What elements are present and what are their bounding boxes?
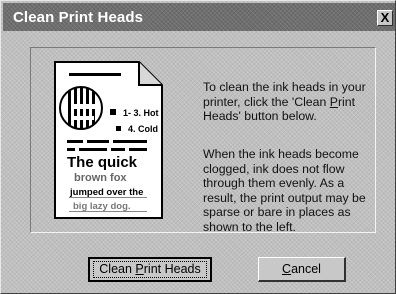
- folded-corner-shape: [138, 62, 162, 86]
- print-sample-document-icon: 1- 3. Hot 4. Cold The quick brown fox ju…: [54, 61, 163, 219]
- dialog-title: Clean Print Heads: [13, 9, 144, 26]
- cancel-button[interactable]: Cancel: [258, 257, 346, 282]
- hot-swatch: [110, 109, 116, 115]
- sample-text-line-4: big lazy dog.: [73, 201, 131, 212]
- clean-print-heads-button[interactable]: Clean Print Heads: [88, 257, 212, 282]
- clean-print-heads-dialog: Clean Print Heads X 1- 3. Hot 4. Cold Th…: [0, 0, 396, 294]
- instruction-text: To clean the ink heads in your printer, …: [203, 80, 379, 124]
- nozzle-bar: [68, 91, 71, 125]
- rule-segment: [79, 148, 107, 151]
- rule-segment: [129, 148, 147, 151]
- cancel-button-label: ancel: [291, 261, 321, 276]
- cold-swatch: [116, 126, 121, 131]
- rule-segment: [87, 140, 109, 143]
- rule-segment: [67, 148, 75, 151]
- sample-text-line-1: The quick: [67, 154, 138, 171]
- close-icon: X: [380, 10, 390, 25]
- close-button[interactable]: X: [377, 10, 393, 26]
- focus-rectangle: [93, 261, 207, 278]
- rule-segment: [111, 148, 125, 151]
- sample-text-line-2: brown fox: [74, 172, 127, 184]
- cold-label: 4. Cold: [128, 124, 158, 134]
- streak-line: [69, 211, 147, 212]
- hot-label: 1- 3. Hot: [123, 108, 159, 118]
- rule-segment: [67, 140, 83, 143]
- title-bar[interactable]: Clean Print Heads X: [3, 3, 395, 31]
- sample-text-line-3: jumped over the: [69, 187, 143, 198]
- nozzle-gap: [72, 116, 94, 120]
- nozzle-gap: [71, 104, 96, 109]
- streak-line: [69, 197, 147, 198]
- rule-segment: [113, 140, 147, 143]
- explanation-text: When the ink heads become clogged, ink d…: [203, 147, 366, 234]
- content-panel: 1- 3. Hot 4. Cold The quick brown fox ju…: [30, 47, 379, 234]
- instruction-text-accelerator: P: [329, 94, 338, 109]
- cancel-button-accelerator: C: [282, 261, 292, 276]
- header-rule: [69, 73, 121, 76]
